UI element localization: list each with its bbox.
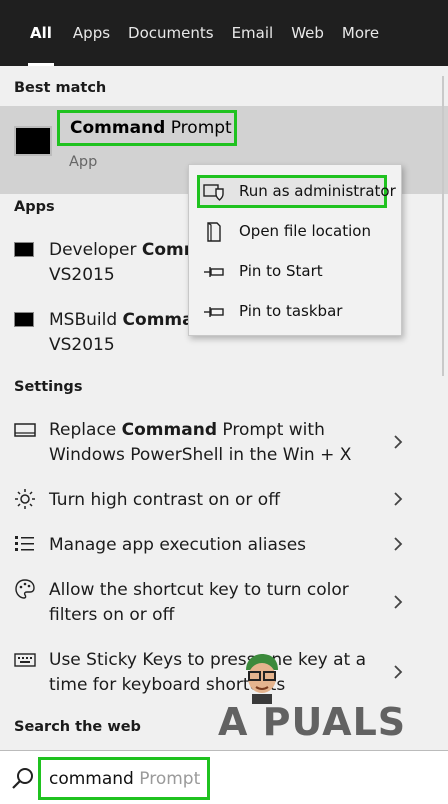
sun-icon xyxy=(15,489,35,509)
pin-icon xyxy=(204,267,224,277)
search-bar: command Prompt xyxy=(0,750,448,804)
file-icon xyxy=(207,222,221,242)
setting-text: Manage app execution aliases xyxy=(49,535,307,555)
apps-heading: Apps xyxy=(14,199,55,215)
setting-replace-command-prompt[interactable]: Replace Command Prompt with Windows Powe… xyxy=(0,416,448,468)
setting-high-contrast[interactable]: Turn high contrast on or off xyxy=(0,486,448,516)
setting-text: Turn high contrast on or off xyxy=(49,490,280,510)
best-match-subtitle: App xyxy=(69,154,98,170)
watermark-mascot-icon xyxy=(246,654,278,704)
menu-item-run-as-administrator[interactable]: Run as administrator xyxy=(189,171,403,211)
command-prompt-app-icon xyxy=(14,126,52,156)
best-match-heading: Best match xyxy=(14,80,107,96)
menu-item-label: Pin to taskbar xyxy=(239,302,343,320)
search-the-web-heading: Search the web xyxy=(14,719,141,735)
tab-all[interactable]: All xyxy=(0,0,64,66)
keyboard-icon xyxy=(14,653,36,667)
chevron-right-icon xyxy=(394,595,403,609)
chevron-right-icon xyxy=(394,492,403,506)
app-result-text: Developer Comm VS2015 xyxy=(49,240,202,285)
menu-item-pin-to-start[interactable]: Pin to Start xyxy=(189,251,403,291)
tab-email[interactable]: Email xyxy=(223,0,283,66)
shield-icon xyxy=(203,184,224,201)
best-match-title-rest: Prompt xyxy=(165,118,232,138)
setting-sticky-keys[interactable]: Use Sticky Keys to press one key at a ti… xyxy=(0,646,448,698)
setting-text: Replace Command Prompt with Windows Powe… xyxy=(49,420,352,465)
app-icon xyxy=(14,312,34,327)
tab-documents[interactable]: Documents xyxy=(119,0,223,66)
tab-more[interactable]: More xyxy=(333,0,388,66)
scrollbar-thumb[interactable] xyxy=(442,76,444,376)
search-suggestion-text: Prompt xyxy=(133,768,201,789)
search-tab-bar: All Apps Documents Email Web More xyxy=(0,0,448,66)
setting-text: Use Sticky Keys to press one key at a ti… xyxy=(49,650,367,695)
search-input[interactable]: command Prompt xyxy=(38,757,210,800)
monitor-icon xyxy=(14,423,36,437)
results-scrollbar[interactable] xyxy=(438,66,448,750)
search-icon xyxy=(12,768,33,789)
pin-icon xyxy=(204,307,224,317)
search-typed-text: command xyxy=(49,768,134,789)
settings-heading: Settings xyxy=(14,379,83,395)
setting-color-filters-shortcut[interactable]: Allow the shortcut key to turn color fil… xyxy=(0,576,448,628)
watermark-logo: A PUALS xyxy=(218,700,407,744)
best-match-title-bold: Command xyxy=(70,118,166,138)
setting-app-execution-aliases[interactable]: Manage app execution aliases xyxy=(0,531,448,561)
app-result-text: MSBuild Comma VS2015 xyxy=(49,310,194,355)
chevron-right-icon xyxy=(394,435,403,449)
palette-icon xyxy=(15,579,35,599)
context-menu: Run as administrator Open file location … xyxy=(188,164,402,336)
menu-item-pin-to-taskbar[interactable]: Pin to taskbar xyxy=(189,291,403,331)
menu-item-label: Run as administrator xyxy=(239,182,396,200)
tab-web[interactable]: Web xyxy=(282,0,333,66)
menu-item-label: Pin to Start xyxy=(239,262,323,280)
list-icon xyxy=(15,536,34,551)
setting-text: Allow the shortcut key to turn color fil… xyxy=(49,580,349,625)
menu-item-label: Open file location xyxy=(239,222,371,240)
menu-item-open-file-location[interactable]: Open file location xyxy=(189,211,403,251)
best-match-title: Command Prompt xyxy=(57,110,237,146)
chevron-right-icon xyxy=(394,665,403,679)
tab-apps[interactable]: Apps xyxy=(64,0,119,66)
app-icon xyxy=(14,242,34,257)
chevron-right-icon xyxy=(394,537,403,551)
